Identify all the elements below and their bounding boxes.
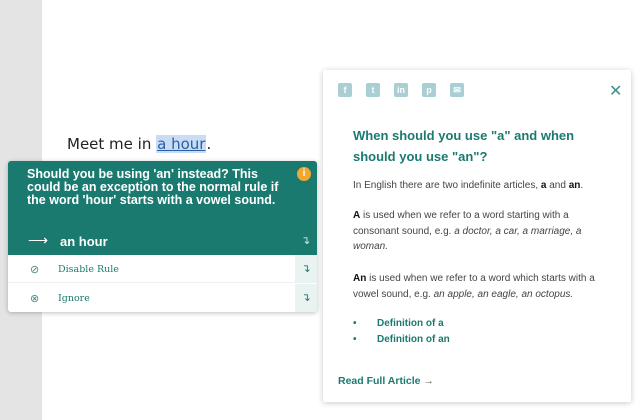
editor-sentence[interactable]: Meet me in a hour. — [67, 135, 211, 153]
facebook-icon[interactable]: f — [338, 83, 352, 97]
close-icon[interactable]: ✕ — [609, 81, 622, 101]
ignore-button[interactable]: ⊗ Ignore ↴ — [8, 284, 317, 312]
email-icon[interactable]: ✉ — [450, 83, 464, 97]
text-italic: an apple, an eagle, an octopus. — [433, 288, 574, 300]
article-paragraph-3: An is used when we refer to a word which… — [353, 271, 608, 302]
text-span: and — [546, 180, 569, 191]
text-span: . — [580, 180, 584, 191]
text-bold: An — [353, 273, 367, 284]
text-span: In English there are two indefinite arti… — [353, 180, 541, 191]
linkedin-icon[interactable]: in — [394, 83, 408, 97]
ignore-label: Ignore — [58, 293, 90, 304]
definition-links: • Definition of a • Definition of an — [353, 318, 603, 350]
suggestion-text: an hour — [60, 234, 108, 249]
eye-off-icon: ⊘ — [30, 264, 40, 276]
suggestion-popup: Should you be using 'an' instead? This c… — [8, 161, 317, 312]
article-title: When should you use "a" and when should … — [353, 128, 575, 164]
twitter-icon[interactable]: t — [366, 83, 380, 97]
share-bar: f t in p ✉ — [338, 83, 464, 97]
bullet-icon: • — [353, 318, 357, 329]
link-label: Definition of a — [377, 318, 444, 329]
article-card: f t in p ✉ ✕ When should you use "a" and… — [323, 70, 631, 402]
definition-link-an[interactable]: • Definition of an — [353, 334, 603, 350]
definition-link-a[interactable]: • Definition of a — [353, 318, 603, 334]
arrow-right-icon: ⟶ — [28, 232, 49, 248]
apply-icon[interactable]: ↴ — [295, 284, 317, 312]
read-full-article-link[interactable]: Read Full Article → — [338, 375, 434, 387]
article-paragraph-1: In English there are two indefinite arti… — [353, 178, 608, 194]
highlighted-error[interactable]: a hour — [156, 135, 207, 153]
suggestion-message: Should you be using 'an' instead? This c… — [27, 167, 279, 207]
sentence-after: . — [206, 135, 212, 153]
sentence-before: Meet me in — [67, 135, 157, 153]
suggestion-header: Should you be using 'an' instead? This c… — [8, 161, 317, 255]
text-bold: an — [568, 180, 581, 191]
apply-icon[interactable]: ↴ — [295, 255, 317, 283]
disable-rule-button[interactable]: ⊘ Disable Rule ↴ — [8, 255, 317, 283]
arrow-right-icon: → — [423, 375, 434, 387]
apply-icon[interactable]: ↴ — [301, 234, 310, 247]
disable-rule-label: Disable Rule — [58, 264, 119, 275]
pinterest-icon[interactable]: p — [422, 83, 436, 97]
suggestion-replacement[interactable]: ⟶ an hour ↴ — [8, 229, 317, 255]
info-icon[interactable]: i — [297, 167, 311, 181]
bullet-icon: • — [353, 334, 357, 345]
article-paragraph-2: A is used when we refer to a word starti… — [353, 208, 608, 255]
x-circle-icon: ⊗ — [30, 293, 40, 305]
read-more-label: Read Full Article — [338, 375, 421, 387]
link-label: Definition of an — [377, 334, 450, 345]
